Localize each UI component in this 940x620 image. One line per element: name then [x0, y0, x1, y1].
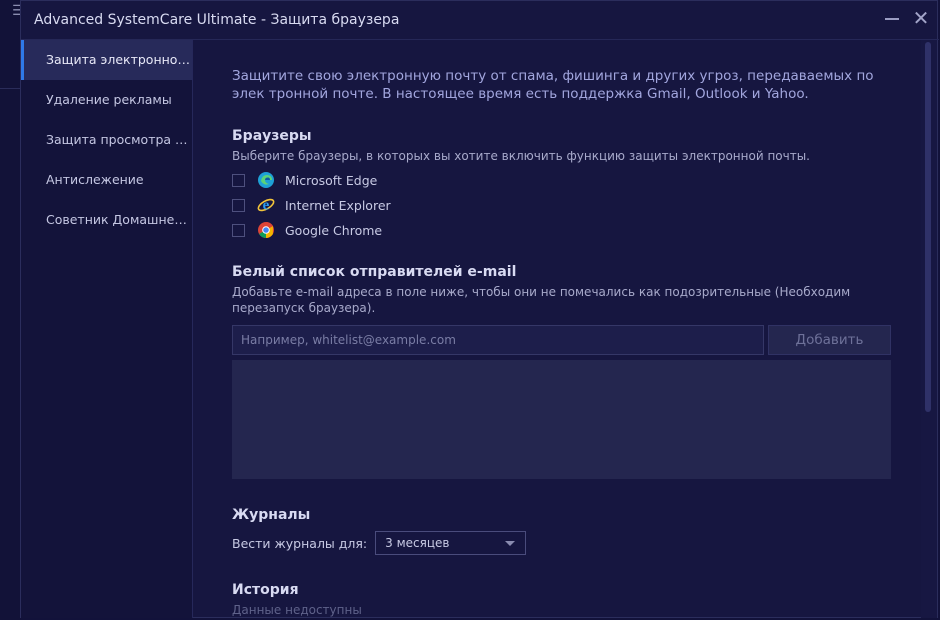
browser-row-ie: e Internet Explorer — [232, 195, 391, 215]
scrollbar-thumb[interactable] — [925, 42, 931, 412]
logs-period-select[interactable]: 3 месяцев — [375, 531, 527, 555]
scrollbar[interactable] — [921, 40, 937, 618]
logs-period-value: 3 месяцев — [385, 536, 450, 550]
browser-row-edge: Microsoft Edge — [232, 170, 377, 190]
chrome-checkbox[interactable] — [232, 223, 245, 237]
history-status: Данные недоступны — [232, 603, 362, 617]
svg-text:e: e — [263, 198, 270, 214]
title-bar: Advanced SystemCare Ultimate - Защита бр… — [21, 1, 939, 40]
logs-label: Вести журналы для: — [232, 535, 368, 551]
sidebar-item-anti-tracking[interactable]: Антислежение — [21, 160, 192, 200]
minimize-button[interactable] — [883, 10, 901, 28]
browsers-heading: Браузеры — [232, 128, 312, 144]
intro-text: Защитите свою электронную почту от спама… — [232, 68, 874, 102]
sidebar: Защита электронной ... Удаление рекламы … — [21, 40, 193, 618]
ie-icon: e — [257, 196, 275, 214]
chevron-down-icon — [505, 541, 516, 546]
whitelist-email-input[interactable] — [232, 325, 764, 355]
browser-row-chrome: Google Chrome — [232, 220, 382, 240]
close-icon[interactable]: ✕ — [911, 8, 931, 28]
sidebar-item-home-advisor[interactable]: Советник Домашней с... — [21, 200, 192, 240]
background-app-strip: ☰ — [0, 0, 25, 620]
whitelist-description: Добавьте e-mail адреса в поле ниже, чтоб… — [232, 285, 851, 315]
whitelist-list[interactable] — [232, 360, 891, 479]
ie-checkbox[interactable] — [232, 198, 245, 212]
chrome-label: Google Chrome — [285, 222, 383, 238]
dialog-window: Advanced SystemCare Ultimate - Защита бр… — [20, 0, 939, 618]
logs-heading: Журналы — [232, 507, 311, 523]
edge-icon — [257, 171, 275, 189]
sidebar-item-ad-removal[interactable]: Удаление рекламы — [21, 80, 192, 120]
add-button[interactable]: Добавить — [768, 325, 891, 355]
divider — [0, 88, 20, 89]
sidebar-item-browsing-protection[interactable]: Защита просмотра в ... — [21, 120, 192, 160]
ie-label: Internet Explorer — [285, 197, 391, 213]
sidebar-item-email-protection[interactable]: Защита электронной ... — [21, 40, 192, 80]
whitelist-heading: Белый список отправителей e-mail — [232, 264, 517, 280]
history-heading: История — [232, 582, 299, 598]
browsers-description: Выберите браузеры, в которых вы хотите в… — [232, 149, 810, 163]
logs-row: Вести журналы для: 3 месяцев — [232, 531, 527, 555]
content-panel: Защитите свою электронную почту от спама… — [193, 40, 920, 618]
window-title: Advanced SystemCare Ultimate - Защита бр… — [34, 12, 400, 28]
edge-checkbox[interactable] — [232, 173, 245, 187]
chrome-icon — [257, 221, 275, 239]
edge-label: Microsoft Edge — [285, 172, 378, 188]
